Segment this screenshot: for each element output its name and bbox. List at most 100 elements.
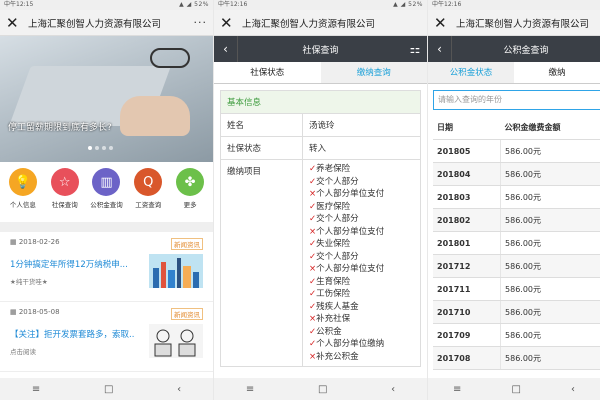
service-item[interactable]: ☆ 社保查询 [46, 168, 84, 218]
news-item[interactable]: ▦ 2018-05-08 新闻资讯 【关注】拒开发票套路多，索取... 点击阅读 [0, 302, 213, 372]
row-amount: 586.00元 [500, 231, 600, 255]
items-list: ✓养老保险 ✓交个人部分 ×个人部分单位支付 ✓医疗保险 ✓交个人部分 ×个人部分单位支付… [303, 160, 420, 366]
back-icon[interactable]: ‹ [177, 384, 181, 395]
table-row: 201708586.00元查看详 [433, 346, 600, 370]
contribution-item: ✓失业保险 [309, 238, 414, 251]
status-label: 社保状态 [221, 137, 303, 159]
grid-icon[interactable]: ⚏ [403, 42, 427, 56]
home-icon[interactable]: □ [104, 384, 113, 395]
service-grid: 💡 个人信息 ☆ 社保查询 ▥ 公积金查询 Q 工资查询 ✤ 更多 [0, 162, 213, 222]
item-text: 医疗保险 [316, 201, 351, 212]
back-icon[interactable]: ‹ [391, 384, 395, 395]
nav-title: 公积金查询 [503, 45, 549, 56]
back-icon[interactable]: ‹ [571, 384, 575, 395]
row-amount: 586.00元 [500, 162, 600, 186]
row-date: 201709 [433, 323, 502, 347]
contribution-item: ×补充社保 [309, 313, 414, 326]
year-search-input[interactable]: 请输入查询的年份 [433, 90, 600, 110]
col-amount: 公积金缴费金额 [500, 116, 600, 140]
row-amount: 586.00元 [500, 277, 600, 301]
status-bar: 中午12:16 [428, 0, 600, 10]
service-item[interactable]: ▥ 公积金查询 [87, 168, 125, 218]
contribution-item: ✓生育保险 [309, 276, 414, 289]
news-item[interactable]: ▦ 2018-02-26 新闻资讯 1分钟搞定年所得12万纳税申... ★纯干货… [0, 232, 213, 302]
tab-fund-status[interactable]: 公积金状态 [428, 62, 514, 83]
close-icon[interactable]: ✕ [434, 10, 452, 36]
contribution-item: ×个人部分单位支付 [309, 226, 414, 239]
row-date: 201708 [433, 346, 502, 370]
row-date: 201803 [433, 185, 502, 209]
contribution-item: ✓交个人部分 [309, 176, 414, 189]
row-amount: 586.00元 [500, 254, 600, 278]
status-bar: 中午12:15 ▲ ◢ 52% [0, 0, 213, 10]
carousel-dot[interactable] [95, 146, 99, 150]
service-item[interactable]: Q 工资查询 [129, 168, 167, 218]
menu-icon[interactable]: ≡ [246, 384, 254, 395]
back-arrow-icon[interactable]: ‹ [428, 36, 452, 62]
nav-title: 社保查询 [302, 45, 339, 56]
status-time: 中午12:15 [4, 1, 34, 8]
item-text: 个人部分单位支付 [316, 226, 385, 237]
item-text: 个人部分单位支付 [316, 189, 385, 199]
status-bar: 中午12:16 ▲ ◢ 52% [214, 0, 427, 10]
close-icon[interactable]: ✕ [6, 10, 24, 36]
news-title[interactable]: 【关注】拒开发票套路多，索取... [10, 328, 135, 340]
title-bar: ✕ 上海汇聚创智人力资源有限公司 [214, 10, 427, 36]
page-title: 上海汇聚创智人力资源有限公司 [456, 18, 590, 30]
contribution-item: ✓公积金 [309, 326, 414, 339]
item-text: 失业保险 [316, 239, 351, 249]
status-row: 社保状态 转入 [221, 137, 420, 160]
row-amount: 586.00元 [500, 300, 600, 324]
back-arrow-icon[interactable]: ‹ [214, 36, 238, 62]
clover-icon: ✤ [176, 168, 205, 196]
items-row: 缴纳项目 ✓养老保险 ✓交个人部分 ×个人部分单位支付 ✓医疗保险 ✓交个人部分 ×个人部… [221, 160, 420, 366]
carousel-dot[interactable] [88, 146, 92, 150]
item-text: 交个人部分 [316, 251, 359, 262]
star-icon: ☆ [50, 168, 79, 196]
phone-housing-fund: 中午12:16 ✕ 上海汇聚创智人力资源有限公司 ‹ 公积金查询 公积金状态 缴… [428, 0, 600, 400]
book-icon: ▥ [92, 168, 121, 196]
tab-payment-query[interactable]: 缴纳查询 [320, 62, 427, 83]
table-row: 201710586.00元查看详 [433, 300, 600, 324]
android-nav-bar: ≡ □ ‹ [0, 378, 213, 400]
fund-table: 日期 公积金缴费金额 操作 201805586.00元查看详201804586.… [433, 116, 600, 370]
contribution-item: ✓养老保险 [309, 163, 414, 176]
nav-header: ‹ 社保查询 ⚏ [214, 36, 427, 62]
news-date: ▦ 2018-05-08 [10, 308, 60, 316]
cartoon-thumbnail [149, 324, 203, 358]
contribution-item: ✓交个人部分 [309, 213, 414, 226]
more-icon[interactable]: ··· [194, 16, 208, 29]
home-icon[interactable]: □ [318, 384, 327, 395]
contribution-item: ✓残疾人基金 [309, 301, 414, 314]
contribution-item: ✓个人部分单位缴纳 [309, 338, 414, 351]
contribution-item: ×个人部分单位支付 [309, 188, 414, 201]
android-nav-bar: ≡ □ ‹ [428, 378, 600, 400]
row-date: 201805 [433, 139, 502, 163]
carousel-dots [88, 146, 113, 150]
service-item[interactable]: 💡 个人信息 [4, 168, 42, 218]
phone-social-insurance: 中午12:16 ▲ ◢ 52% ✕ 上海汇聚创智人力资源有限公司 ‹ 社保查询 … [214, 0, 427, 400]
contribution-item: ✓医疗保险 [309, 201, 414, 214]
carousel-dot[interactable] [109, 146, 113, 150]
tab-social-status[interactable]: 社保状态 [214, 62, 321, 83]
home-icon[interactable]: □ [511, 384, 520, 395]
service-label: 个人信息 [9, 201, 36, 209]
tab-payment[interactable]: 缴纳 [514, 62, 600, 83]
item-text: 补充社保 [316, 314, 351, 324]
row-amount: 586.00元 [500, 139, 600, 163]
menu-icon[interactable]: ≡ [453, 384, 461, 395]
close-icon[interactable]: ✕ [220, 10, 238, 36]
nav-header: ‹ 公积金查询 [428, 36, 600, 62]
table-row: 201801586.00元查看详 [433, 231, 600, 255]
service-label: 工资查询 [135, 201, 162, 209]
menu-icon[interactable]: ≡ [32, 384, 40, 395]
item-text: 养老保险 [316, 164, 351, 174]
news-title[interactable]: 1分钟搞定年所得12万纳税申... [10, 258, 135, 270]
carousel-dot[interactable] [102, 146, 106, 150]
service-item[interactable]: ✤ 更多 [171, 168, 209, 218]
item-text: 个人部分单位支付 [316, 264, 385, 274]
lightbulb-icon: 💡 [8, 168, 37, 196]
banner-carousel[interactable]: 停工留薪期限到底有多长? [0, 36, 213, 162]
row-amount: 586.00元 [500, 323, 600, 347]
row-date: 201710 [433, 300, 502, 324]
